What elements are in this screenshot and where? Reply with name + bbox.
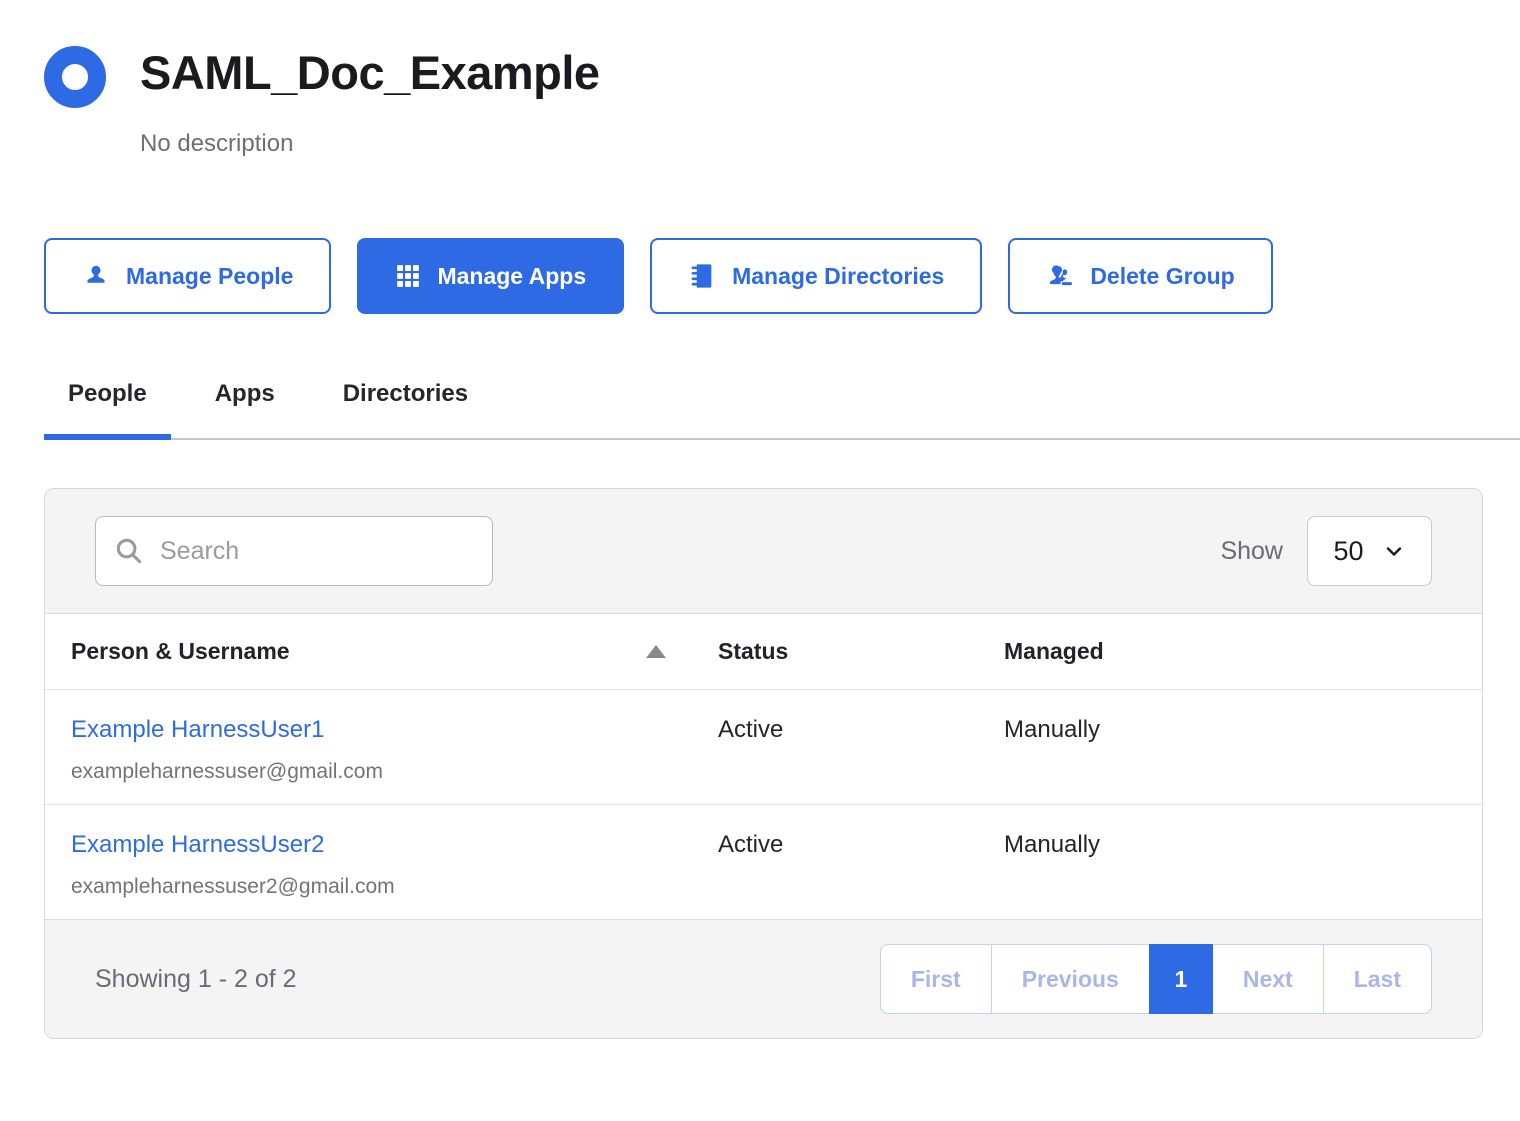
table-footer: Showing 1 - 2 of 2 First Previous 1 Next… bbox=[45, 919, 1482, 1038]
tab-directories[interactable]: Directories bbox=[319, 380, 492, 438]
pagination-first-button[interactable]: First bbox=[880, 944, 992, 1014]
people-table-card: Show 50 Person & Username Status Managed… bbox=[44, 488, 1483, 1039]
table-header-row: Person & Username Status Managed bbox=[45, 614, 1482, 689]
status-value: Active bbox=[718, 831, 1004, 859]
tab-people-label: People bbox=[68, 380, 147, 407]
tab-apps-label: Apps bbox=[215, 380, 275, 407]
page-size-control: Show 50 bbox=[1220, 516, 1432, 586]
column-header-status[interactable]: Status bbox=[718, 638, 1004, 665]
group-header: SAML_Doc_Example No description bbox=[44, 44, 1483, 158]
delete-group-label: Delete Group bbox=[1090, 265, 1234, 288]
chevron-down-icon bbox=[1382, 539, 1406, 563]
column-header-managed[interactable]: Managed bbox=[1004, 638, 1456, 665]
manage-people-label: Manage People bbox=[126, 265, 293, 288]
search-wrap bbox=[95, 516, 493, 586]
group-icon bbox=[44, 46, 106, 108]
show-label: Show bbox=[1220, 537, 1283, 566]
column-header-person[interactable]: Person & Username bbox=[71, 638, 718, 665]
pagination-last-button[interactable]: Last bbox=[1323, 944, 1432, 1014]
table-toolbar: Show 50 bbox=[45, 489, 1482, 614]
tab-directories-label: Directories bbox=[343, 380, 468, 407]
table-row: Example HarnessUser2 exampleharnessuser2… bbox=[45, 804, 1482, 919]
tab-people[interactable]: People bbox=[44, 380, 171, 438]
person-icon bbox=[82, 262, 110, 290]
delete-group-button[interactable]: Delete Group bbox=[1008, 238, 1272, 314]
pagination-previous-button[interactable]: Previous bbox=[991, 944, 1150, 1014]
managed-value: Manually bbox=[1004, 831, 1456, 859]
search-icon bbox=[113, 535, 145, 567]
page-size-value: 50 bbox=[1333, 536, 1363, 567]
results-summary: Showing 1 - 2 of 2 bbox=[95, 965, 297, 994]
sort-ascending-icon bbox=[646, 645, 666, 658]
pagination-page-1-button[interactable]: 1 bbox=[1149, 944, 1213, 1014]
group-page: SAML_Doc_Example No description Manage P… bbox=[0, 0, 1520, 1039]
page-size-select[interactable]: 50 bbox=[1307, 516, 1432, 586]
person-remove-icon bbox=[1046, 262, 1074, 290]
table-row: Example HarnessUser1 exampleharnessuser@… bbox=[45, 689, 1482, 804]
managed-value: Manually bbox=[1004, 716, 1456, 744]
person-username: exampleharnessuser@gmail.com bbox=[71, 760, 718, 784]
grid-icon bbox=[395, 263, 421, 289]
directory-icon bbox=[688, 262, 716, 290]
pagination: First Previous 1 Next Last bbox=[880, 944, 1432, 1014]
action-button-row: Manage People Manage Apps Manage Directo… bbox=[44, 238, 1483, 314]
page-title: SAML_Doc_Example bbox=[140, 44, 600, 102]
manage-apps-label: Manage Apps bbox=[437, 265, 586, 288]
manage-directories-button[interactable]: Manage Directories bbox=[650, 238, 982, 314]
person-link[interactable]: Example HarnessUser1 bbox=[71, 716, 324, 744]
manage-directories-label: Manage Directories bbox=[732, 265, 944, 288]
column-header-person-label: Person & Username bbox=[71, 638, 290, 665]
group-description: No description bbox=[140, 130, 600, 158]
person-username: exampleharnessuser2@gmail.com bbox=[71, 875, 718, 899]
manage-people-button[interactable]: Manage People bbox=[44, 238, 331, 314]
manage-apps-button[interactable]: Manage Apps bbox=[357, 238, 624, 314]
pagination-next-button[interactable]: Next bbox=[1212, 944, 1324, 1014]
person-link[interactable]: Example HarnessUser2 bbox=[71, 831, 324, 859]
tab-bar: People Apps Directories bbox=[44, 380, 1520, 440]
search-input[interactable] bbox=[95, 516, 493, 586]
tab-apps[interactable]: Apps bbox=[191, 380, 299, 438]
status-value: Active bbox=[718, 716, 1004, 744]
